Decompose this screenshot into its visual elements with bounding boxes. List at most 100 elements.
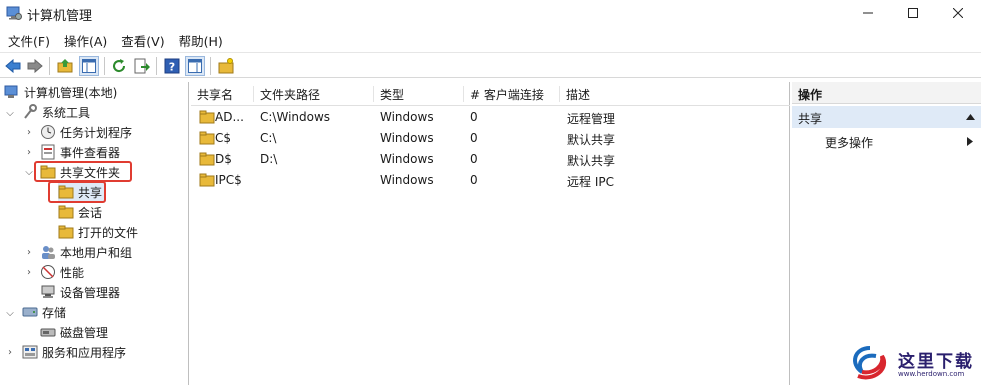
forward-button[interactable] (25, 56, 45, 76)
tree-item-sessions[interactable]: 会话 (58, 202, 102, 222)
menu-file[interactable]: 文件(F) (8, 28, 58, 50)
toolbar-separator (49, 57, 50, 75)
toolbar: ? (0, 52, 981, 78)
cell-folder-path: C:\Windows (260, 110, 331, 124)
chevron-down-icon[interactable]: ⌵ (5, 108, 15, 119)
menu-view[interactable]: 查看(V) (121, 28, 172, 50)
console-tree: 计算机管理(本地) ⌵ 系统工具 › 任务计划程序 › 事件查看器 ⌵ 共享文件… (0, 82, 189, 385)
table-row[interactable]: IPC$ Windows 0 远程 IPC (191, 170, 790, 191)
sessions-icon (58, 204, 74, 220)
tree-item-disk-management[interactable]: 磁盘管理 (40, 322, 108, 342)
minimize-button[interactable] (845, 0, 891, 26)
actions-section-shares[interactable]: 共享 (792, 106, 981, 128)
refresh-icon (113, 59, 126, 73)
event-viewer-icon (40, 144, 56, 160)
maximize-button[interactable] (890, 0, 936, 26)
column-folder-path[interactable]: 文件夹路径 (253, 86, 373, 102)
chevron-down-icon[interactable]: ⌵ (5, 308, 15, 319)
chevron-right-icon[interactable]: › (24, 267, 34, 278)
column-share-name[interactable]: 共享名 (191, 86, 251, 102)
highlight-box-shared-folders (34, 161, 132, 182)
actions-header: 操作 (792, 82, 981, 104)
chevron-right-icon[interactable]: › (24, 127, 34, 138)
column-type[interactable]: 类型 (373, 86, 463, 102)
share-icon (199, 110, 215, 124)
collapse-up-icon[interactable] (966, 114, 975, 120)
tree-item-local-users[interactable]: 本地用户和组 (40, 242, 132, 262)
tree-item-system-tools[interactable]: 系统工具 (22, 102, 90, 122)
users-icon (40, 244, 56, 260)
share-icon (199, 152, 215, 166)
chevron-right-icon[interactable]: › (5, 347, 15, 358)
tree-item-open-files[interactable]: 打开的文件 (58, 222, 138, 242)
performance-icon (40, 264, 56, 280)
table-row[interactable]: AD... C:\Windows Windows 0 远程管理 (191, 107, 790, 128)
cell-type: Windows (380, 131, 434, 145)
open-files-icon (58, 224, 74, 240)
cell-share-name: IPC$ (215, 173, 242, 187)
tree-item-performance[interactable]: 性能 (40, 262, 84, 282)
cell-share-name: C$ (215, 131, 232, 145)
chevron-right-icon[interactable]: › (24, 147, 34, 158)
watermark-logo: 这里下载 www.herdown.com (846, 342, 976, 382)
tree-item-label: 任务计划程序 (60, 125, 133, 140)
chevron-down-icon[interactable]: ⌵ (24, 167, 34, 178)
tree-item-device-manager[interactable]: 设备管理器 (40, 282, 120, 302)
back-button[interactable] (3, 56, 23, 76)
cell-type: Windows (380, 152, 434, 166)
help-icon: ? (164, 58, 180, 74)
tree-item-task-scheduler[interactable]: 任务计划程序 (40, 122, 132, 142)
new-share-icon (218, 58, 234, 74)
computer-management-icon (6, 6, 22, 20)
window-title: 计算机管理 (27, 9, 93, 24)
submenu-arrow-icon[interactable] (967, 137, 973, 146)
table-row[interactable]: C$ C:\ Windows 0 默认共享 (191, 128, 790, 149)
device-manager-icon (40, 284, 56, 300)
menu-action[interactable]: 操作(A) (64, 28, 115, 50)
disk-icon (40, 324, 56, 340)
toolbar-separator (104, 57, 105, 75)
show-hide-action-pane-button[interactable] (185, 56, 205, 76)
share-icon (199, 131, 215, 145)
folder-up-icon (57, 59, 73, 73)
tree-item-event-viewer[interactable]: 事件查看器 (40, 142, 120, 162)
computer-management-icon (4, 84, 20, 100)
share-icon (199, 173, 215, 187)
column-description[interactable]: 描述 (559, 86, 679, 102)
minimize-icon (863, 12, 873, 14)
tools-icon (22, 104, 38, 120)
cell-folder-path: D:\ (260, 152, 278, 166)
help-button[interactable]: ? (162, 56, 182, 76)
more-actions-item[interactable]: 更多操作 (825, 134, 873, 151)
tree-item-services-apps[interactable]: 服务和应用程序 (22, 342, 126, 362)
watermark-url: www.herdown.com (898, 370, 965, 378)
svg-text:?: ? (169, 61, 175, 74)
cell-description: 默认共享 (567, 133, 616, 147)
column-client-connections[interactable]: # 客户端连接 (463, 86, 559, 102)
cell-share-name: AD... (215, 110, 244, 124)
close-button[interactable] (935, 0, 981, 26)
cell-description: 远程 IPC (567, 175, 614, 189)
refresh-button[interactable] (109, 56, 129, 76)
up-level-button[interactable] (55, 56, 75, 76)
new-share-button[interactable] (216, 56, 236, 76)
cell-clients: 0 (470, 152, 478, 166)
console-tree-icon (82, 59, 96, 73)
watermark-text: 这里下载 (898, 352, 974, 372)
chevron-right-icon[interactable]: › (24, 247, 34, 258)
actions-section-label: 共享 (798, 112, 823, 126)
cell-description: 默认共享 (567, 154, 616, 168)
cell-folder-path: C:\ (260, 131, 277, 145)
menu-help[interactable]: 帮助(H) (179, 28, 231, 50)
cell-clients: 0 (470, 110, 478, 124)
cell-type: Windows (380, 110, 434, 124)
cell-share-name: D$ (215, 152, 232, 166)
tree-item-storage[interactable]: 存储 (22, 302, 66, 322)
export-list-button[interactable] (132, 56, 152, 76)
tree-item-root[interactable]: 计算机管理(本地) (4, 82, 117, 102)
show-hide-tree-button[interactable] (79, 56, 99, 76)
tree-item-label: 设备管理器 (60, 285, 121, 300)
tree-item-label: 磁盘管理 (60, 325, 109, 340)
table-row[interactable]: D$ D:\ Windows 0 默认共享 (191, 149, 790, 170)
cell-description: 远程管理 (567, 112, 616, 126)
